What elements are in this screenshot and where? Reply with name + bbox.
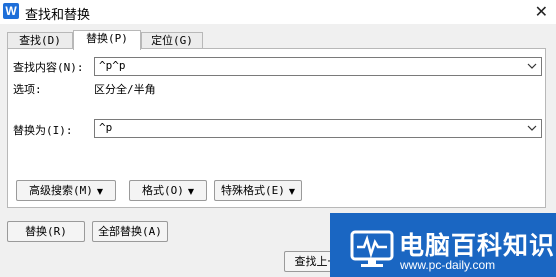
chevron-down-icon[interactable]	[526, 59, 538, 73]
special-format-label: 特殊格式(E)	[220, 184, 285, 197]
window-title: 查找和替换	[25, 8, 91, 23]
dropdown-arrow-icon: ▼	[187, 187, 195, 196]
format-button[interactable]: 格式(O) ▼	[129, 180, 207, 201]
find-label: 查找内容(N):	[13, 61, 84, 74]
replace-panel: 查找内容(N): ^p^p 选项: 区分全/半角 替换为(I): ^p 高级搜索…	[7, 48, 546, 208]
watermark-url: www.pc-daily.com	[400, 258, 496, 272]
tab-replace[interactable]: 替换(P)	[73, 30, 141, 50]
tab-goto[interactable]: 定位(G)	[141, 32, 203, 49]
dropdown-arrow-icon: ▼	[96, 187, 104, 196]
replace-button[interactable]: 替换(R)	[7, 221, 85, 242]
close-button[interactable]: ✕	[535, 2, 548, 21]
monitor-logo-icon	[350, 230, 394, 267]
replace-value: ^p	[99, 121, 113, 134]
title-bar: W 查找和替换 ✕	[0, 0, 556, 24]
advanced-search-label: 高级搜索(M)	[28, 184, 93, 197]
chevron-down-icon[interactable]	[526, 121, 538, 135]
dropdown-arrow-icon: ▼	[288, 187, 296, 196]
format-label: 格式(O)	[141, 184, 184, 197]
watermark-title: 电脑百科知识	[399, 231, 556, 260]
app-icon: W	[3, 3, 19, 19]
options-value: 区分全/半角	[94, 83, 156, 96]
tab-find[interactable]: 查找(D)	[7, 32, 73, 49]
find-value: ^p^p	[99, 59, 126, 72]
replace-label: 替换为(I):	[13, 124, 73, 137]
find-combobox[interactable]: ^p^p	[94, 57, 542, 76]
advanced-search-button[interactable]: 高级搜索(M) ▼	[16, 180, 116, 201]
replace-all-button[interactable]: 全部替换(A)	[92, 221, 168, 242]
replace-combobox[interactable]: ^p	[94, 119, 542, 138]
special-format-button[interactable]: 特殊格式(E) ▼	[214, 180, 302, 201]
options-label: 选项:	[13, 83, 42, 96]
